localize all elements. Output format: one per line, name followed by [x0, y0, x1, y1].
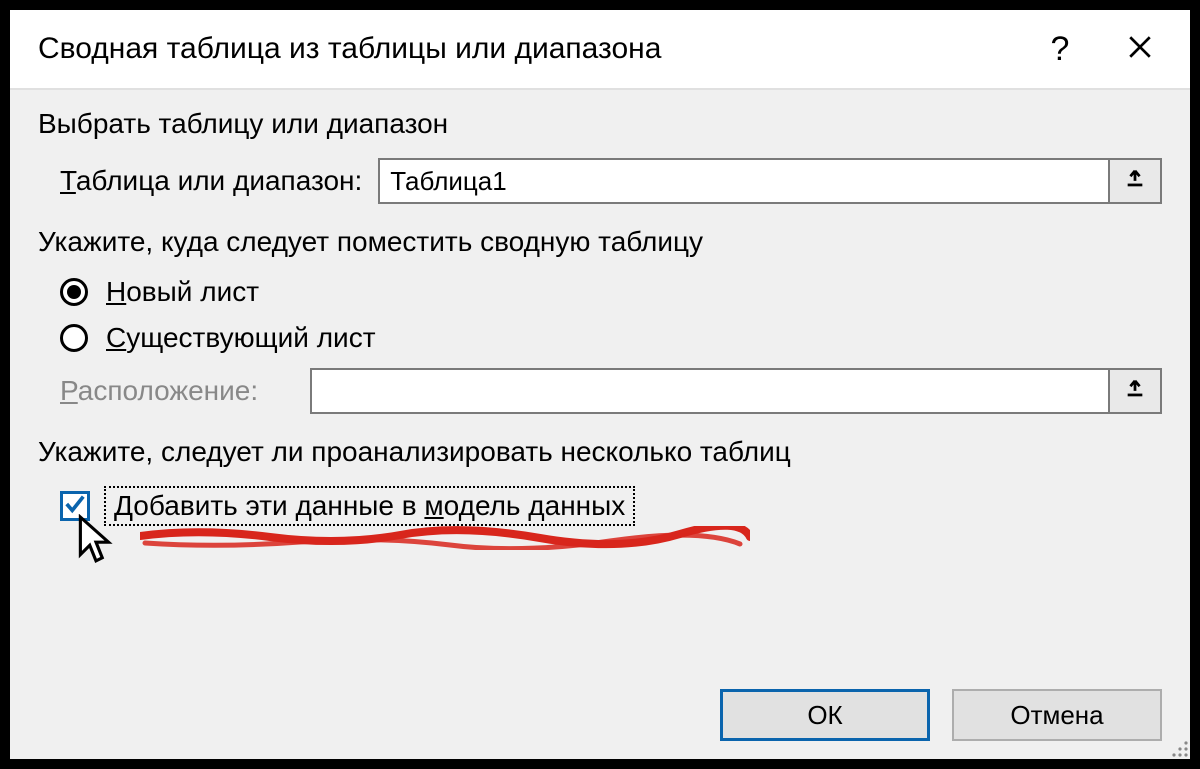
resize-grip-icon[interactable]	[1168, 737, 1190, 759]
table-range-row: Таблица или диапазон:	[38, 158, 1162, 204]
cancel-button[interactable]: Отмена	[952, 689, 1162, 741]
add-to-data-model-row[interactable]: Добавить эти данные в модель данных	[38, 486, 1162, 526]
ok-button[interactable]: ОК	[720, 689, 930, 741]
dialog-button-bar: ОК Отмена	[720, 689, 1162, 741]
location-picker-button[interactable]	[1110, 368, 1162, 414]
collapse-dialog-icon	[1124, 376, 1146, 407]
radio-new-sheet-row[interactable]: Новый лист	[38, 276, 1162, 308]
help-icon: ?	[1051, 30, 1070, 69]
add-to-data-model-checkbox[interactable]	[60, 491, 90, 521]
table-range-picker-button[interactable]	[1110, 158, 1162, 204]
dialog-window: Сводная таблица из таблицы или диапазона…	[0, 0, 1200, 769]
section-heading-multiple-tables: Укажите, следует ли проанализировать нес…	[38, 436, 1162, 468]
collapse-dialog-icon	[1124, 166, 1146, 197]
location-row: Расположение:	[38, 368, 1162, 414]
location-label: Расположение:	[60, 375, 258, 407]
table-range-label: Таблица или диапазон:	[60, 165, 362, 197]
add-to-data-model-label: Добавить эти данные в модель данных	[104, 486, 635, 526]
annotation-red-underline	[140, 526, 750, 550]
radio-new-sheet[interactable]	[60, 278, 88, 306]
radio-existing-sheet-row[interactable]: Существующий лист	[38, 322, 1162, 354]
location-input[interactable]	[310, 368, 1110, 414]
close-icon	[1127, 30, 1153, 69]
dialog-title: Сводная таблица из таблицы или диапазона	[38, 32, 1020, 66]
radio-existing-sheet-label: Существующий лист	[106, 322, 376, 354]
title-bar: Сводная таблица из таблицы или диапазона…	[10, 10, 1190, 90]
table-range-input[interactable]	[378, 158, 1110, 204]
radio-existing-sheet[interactable]	[60, 324, 88, 352]
section-heading-placement: Укажите, куда следует поместить сводную …	[38, 226, 1162, 258]
close-button[interactable]	[1100, 19, 1180, 79]
help-button[interactable]: ?	[1020, 19, 1100, 79]
dialog-body: Выбрать таблицу или диапазон Таблица или…	[10, 90, 1190, 526]
section-heading-select-range: Выбрать таблицу или диапазон	[38, 108, 1162, 140]
checkmark-icon	[64, 491, 86, 522]
radio-new-sheet-label: Новый лист	[106, 276, 259, 308]
